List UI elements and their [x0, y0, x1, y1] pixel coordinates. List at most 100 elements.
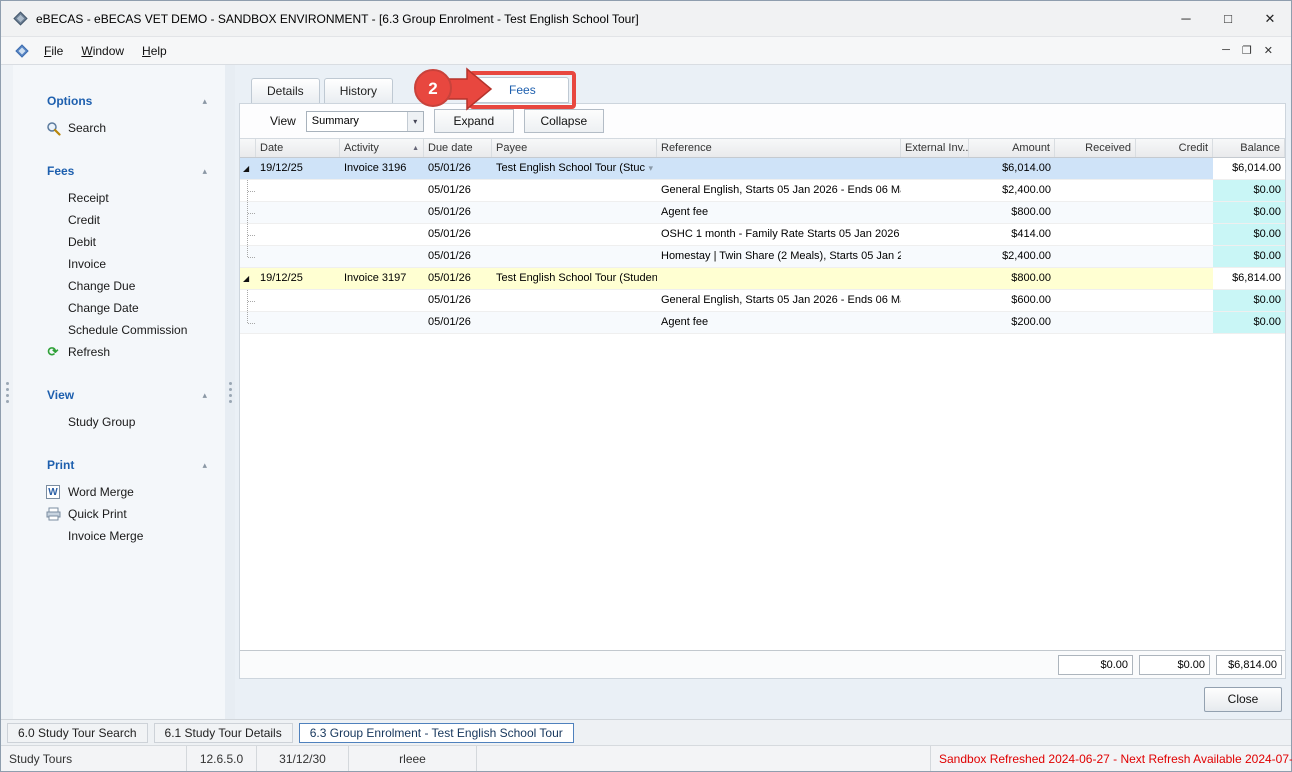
- sidebar-item-search[interactable]: Search: [13, 117, 225, 139]
- cell-reference: [657, 158, 901, 179]
- table-row[interactable]: 05/01/26 OSHC 1 month - Family Rate Star…: [240, 224, 1285, 246]
- close-button[interactable]: Close: [1204, 687, 1282, 712]
- minimize-icon[interactable]: ─: [1165, 1, 1207, 36]
- window-title: eBECAS - eBECAS VET DEMO - SANDBOX ENVIR…: [36, 12, 639, 26]
- view-label: View: [270, 114, 296, 128]
- status-sandbox-message: Sandbox Refreshed 2024-06-27 - Next Refr…: [931, 746, 1291, 771]
- chevron-down-icon[interactable]: ▾: [407, 112, 423, 131]
- sidebar-item-refresh[interactable]: ⟳Refresh: [13, 341, 225, 363]
- doc-tab-study-tour-search[interactable]: 6.0 Study Tour Search: [7, 723, 148, 743]
- cell-payee: [492, 246, 657, 267]
- section-header-fees[interactable]: Fees ▴: [13, 159, 225, 183]
- doc-tab-group-enrolment[interactable]: 6.3 Group Enrolment - Test English Schoo…: [299, 723, 574, 743]
- mdi-close-icon[interactable]: ✕: [1264, 44, 1273, 57]
- maximize-icon[interactable]: □: [1207, 1, 1249, 36]
- sidebar-item-label: Invoice: [68, 257, 106, 271]
- sidebar-section-options: Options ▴ Search: [13, 89, 225, 139]
- collapse-arrow-icon[interactable]: ▴: [202, 460, 207, 471]
- collapse-arrow-icon[interactable]: ▴: [202, 390, 207, 401]
- tree-line: [248, 257, 255, 258]
- tab-fees[interactable]: Fees: [476, 77, 569, 103]
- cell-activity: [340, 290, 424, 311]
- cell-due-date: 05/01/26: [424, 268, 492, 289]
- table-row[interactable]: 05/01/26 General English, Starts 05 Jan …: [240, 290, 1285, 312]
- doc-tab-study-tour-details[interactable]: 6.1 Study Tour Details: [154, 723, 293, 743]
- menu-window[interactable]: Window: [72, 40, 133, 62]
- sidebar-item-label: Study Group: [68, 415, 135, 429]
- sidebar-section-fees: Fees ▴ Receipt Credit Debit Invoice Chan…: [13, 159, 225, 363]
- section-header-view[interactable]: View ▴: [13, 383, 225, 407]
- table-row[interactable]: ◢ 19/12/25 Invoice 3196 05/01/26 ▾Test E…: [240, 158, 1285, 180]
- cell-date: 19/12/25: [256, 268, 340, 289]
- mdi-restore-icon[interactable]: ❐: [1242, 44, 1252, 57]
- sidebar-item-change-date[interactable]: Change Date: [13, 297, 225, 319]
- total-balance: $6,814.00: [1216, 655, 1282, 675]
- section-title: View: [47, 388, 74, 402]
- sidebar-item-word-merge[interactable]: WWord Merge: [13, 481, 225, 503]
- cell-date: [256, 312, 340, 333]
- blank-icon: [45, 322, 61, 338]
- blank-icon: [45, 528, 61, 544]
- sidebar-item-invoice-merge[interactable]: Invoice Merge: [13, 525, 225, 547]
- column-header-balance[interactable]: Balance: [1213, 139, 1285, 157]
- annotation-step-circle: [415, 70, 451, 106]
- sidebar-item-change-due[interactable]: Change Due: [13, 275, 225, 297]
- cell-credit: [1136, 312, 1213, 333]
- sidebar-item-quick-print[interactable]: Quick Print: [13, 503, 225, 525]
- cell-due-date: 05/01/26: [424, 180, 492, 201]
- mdi-minimize-icon[interactable]: ─: [1222, 44, 1230, 57]
- tab-details[interactable]: Details: [251, 78, 320, 103]
- collapse-button[interactable]: Collapse: [524, 109, 604, 133]
- sidebar-item-credit[interactable]: Credit: [13, 209, 225, 231]
- splitter-grip-icon[interactable]: [6, 382, 9, 403]
- column-header-payee[interactable]: Payee: [492, 139, 657, 157]
- sidebar-splitter[interactable]: [225, 65, 235, 719]
- status-user: rleee: [349, 746, 477, 771]
- cell-payee: [492, 180, 657, 201]
- table-row[interactable]: 05/01/26 Agent fee $200.00 $0.00: [240, 312, 1285, 334]
- cell-received: [1055, 290, 1136, 311]
- table-row[interactable]: 05/01/26 Homestay | Twin Share (2 Meals)…: [240, 246, 1285, 268]
- view-select[interactable]: Summary ▾: [306, 111, 424, 132]
- section-header-print[interactable]: Print ▴: [13, 453, 225, 477]
- menu-file[interactable]: File: [35, 40, 72, 62]
- collapse-arrow-icon[interactable]: ▴: [202, 96, 207, 107]
- expand-button[interactable]: Expand: [434, 109, 514, 133]
- column-header-credit[interactable]: Credit: [1136, 139, 1213, 157]
- cell-reference: [657, 268, 901, 289]
- payee-dropdown-icon[interactable]: ▾: [648, 161, 653, 176]
- expanded-node-icon: ◢: [243, 161, 249, 176]
- column-header-received[interactable]: Received: [1055, 139, 1136, 157]
- splitter-grip-icon[interactable]: [229, 382, 232, 403]
- column-header-activity[interactable]: Activity▲: [340, 139, 424, 157]
- sidebar-item-study-group[interactable]: Study Group: [13, 411, 225, 433]
- column-header-amount[interactable]: Amount: [969, 139, 1055, 157]
- table-row[interactable]: ◢ 19/12/25 Invoice 3197 05/01/26 Test En…: [240, 268, 1285, 290]
- sidebar-item-invoice[interactable]: Invoice: [13, 253, 225, 275]
- tree-line: [248, 191, 255, 192]
- column-header-external-invoice[interactable]: External Inv...: [901, 139, 969, 157]
- sidebar-section-print: Print ▴ WWord Merge Quick Print Invoice …: [13, 453, 225, 547]
- column-header-reference[interactable]: Reference: [657, 139, 901, 157]
- sidebar-item-schedule-commission[interactable]: Schedule Commission: [13, 319, 225, 341]
- sidebar-item-debit[interactable]: Debit: [13, 231, 225, 253]
- menu-help[interactable]: Help: [133, 40, 176, 62]
- table-row[interactable]: 05/01/26 Agent fee $800.00 $0.00: [240, 202, 1285, 224]
- tab-history[interactable]: History: [324, 78, 393, 103]
- sidebar-item-label: Credit: [68, 213, 100, 227]
- table-row[interactable]: 05/01/26 General English, Starts 05 Jan …: [240, 180, 1285, 202]
- tree-indent: [240, 246, 256, 267]
- grid-header-row: Date Activity▲ Due date Payee Reference …: [240, 139, 1285, 158]
- column-header-date[interactable]: Date: [256, 139, 340, 157]
- cell-external-invoice: [901, 224, 969, 245]
- row-expander[interactable]: ◢: [240, 268, 256, 289]
- collapse-arrow-icon[interactable]: ▴: [202, 166, 207, 177]
- row-expander[interactable]: ◢: [240, 158, 256, 179]
- cell-date: [256, 290, 340, 311]
- left-collapse-strip[interactable]: [1, 65, 13, 719]
- section-header-options[interactable]: Options ▴: [13, 89, 225, 113]
- column-header-due-date[interactable]: Due date: [424, 139, 492, 157]
- sidebar-item-receipt[interactable]: Receipt: [13, 187, 225, 209]
- column-header-expander: [240, 139, 256, 157]
- close-icon[interactable]: ✕: [1249, 1, 1291, 36]
